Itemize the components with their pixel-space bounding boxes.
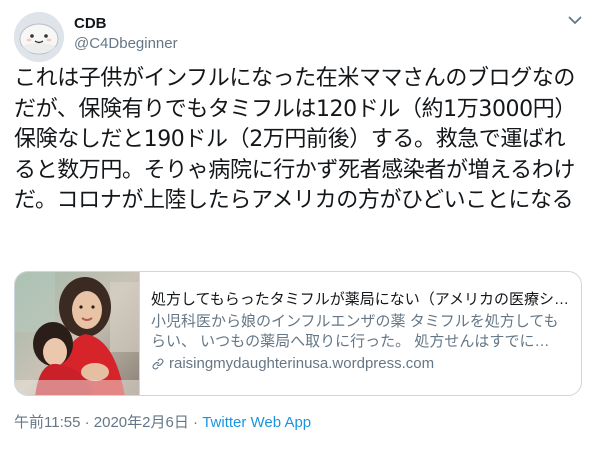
tweet-time[interactable]: 午前11:55	[14, 414, 80, 431]
card-domain: raisingmydaughterinusa.wordpress.com	[151, 354, 571, 374]
mochi-face-avatar-icon	[14, 12, 64, 62]
avatar[interactable]	[14, 12, 64, 62]
tweet-meta: 午前11:55 · 2020年2月6日 · Twitter Web App	[14, 413, 311, 433]
more-options-button[interactable]	[565, 10, 585, 30]
card-thumbnail	[15, 272, 140, 395]
card-body: 処方してもらったタミフルが薬局にない（アメリカの医療シ… 小児科医から娘のインフ…	[151, 290, 571, 374]
tweet: CDB @C4Dbeginner これは子供がインフルになった在米ママさんのブロ…	[0, 0, 597, 452]
user-handle[interactable]: @C4Dbeginner	[74, 34, 178, 54]
card-title: 処方してもらったタミフルが薬局にない（アメリカの医療シ…	[151, 291, 570, 308]
meta-separator: ·	[84, 414, 90, 431]
tweet-date[interactable]: 2020年2月6日	[94, 414, 189, 431]
card-domain-text: raisingmydaughterinusa.wordpress.com	[169, 355, 435, 372]
chevron-down-icon	[568, 16, 582, 24]
card-thumbnail-image	[15, 272, 139, 395]
meta-separator-2: ·	[193, 414, 199, 431]
tweet-text: これは子供がインフルになった在米ママさんのブログなのだが、保険有りでもタミフルは…	[14, 66, 576, 213]
link-icon	[152, 358, 164, 370]
card-description: 小児科医から娘のインフルエンザの薬 タミフルを処方してもらい、 いつもの薬局へ取…	[151, 313, 559, 350]
source-app-link[interactable]: Twitter Web App	[202, 414, 311, 431]
user-block[interactable]: CDB @C4Dbeginner	[74, 14, 178, 54]
display-name[interactable]: CDB	[74, 14, 178, 33]
link-card[interactable]: 処方してもらったタミフルが薬局にない（アメリカの医療シ… 小児科医から娘のインフ…	[14, 271, 582, 396]
